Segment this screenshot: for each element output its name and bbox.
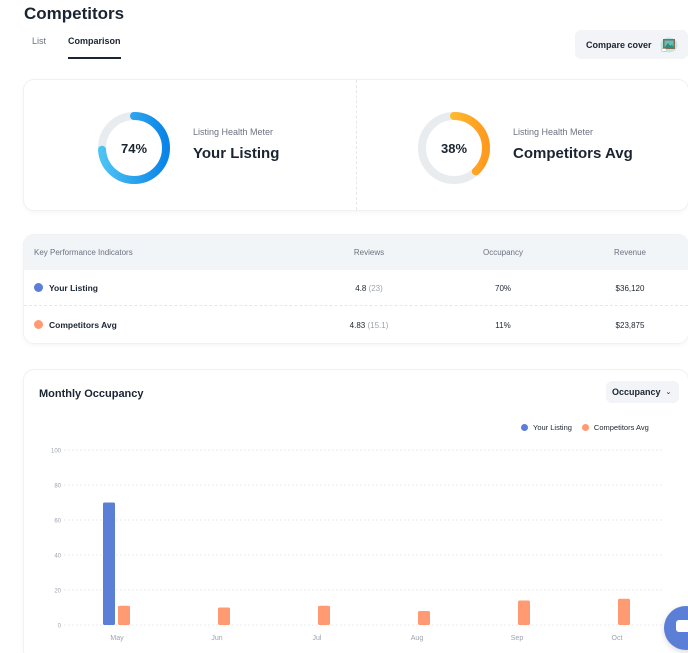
bar-competitors-sep [518, 600, 530, 625]
x-tick-label: Jul [313, 635, 322, 642]
your-listing-caption: Listing Health Meter [193, 127, 274, 137]
review-count: (23) [368, 284, 383, 293]
page-title: Competitors [24, 4, 125, 23]
header-kpi: Key Performance Indicators [34, 248, 133, 257]
picture-frame-icon [660, 36, 678, 53]
row-reviews: 4.8 (23) [355, 284, 383, 293]
view-tabs: List Comparison [32, 36, 121, 59]
y-tick-label: 40 [54, 554, 61, 560]
compare-cover-button[interactable]: Compare cover [575, 30, 688, 59]
kpi-table: Key Performance Indicators Reviews Occup… [24, 235, 688, 343]
compare-cover-label: Compare cover [586, 39, 652, 50]
your-listing-dot [34, 283, 43, 292]
x-tick-label: Jun [211, 635, 222, 642]
health-meter-card: 74% Listing Health Meter Your Listing 38… [24, 80, 688, 210]
table-row: Your Listing 4.8 (23) 70% $36,120 [24, 270, 688, 306]
competitors-name: Competitors Avg [513, 145, 633, 162]
bar-competitors-oct [618, 598, 630, 625]
y-tick-label: 80 [54, 484, 61, 490]
kpi-table-header: Key Performance Indicators Reviews Occup… [24, 235, 688, 270]
competitors-percent: 38% [440, 140, 468, 156]
chat-bubble-icon [676, 620, 688, 632]
review-count: (15.1) [367, 321, 389, 330]
header-occupancy: Occupancy [482, 248, 524, 257]
your-listing-percent: 74% [120, 140, 148, 156]
occupancy-bar-chart: 0 20 40 60 80 100 May Jun Jul Aug Sep Oct [51, 449, 664, 642]
row-occupancy: 70% [494, 284, 512, 293]
competitors-page: Competitors List Comparison Compare cove… [0, 0, 688, 653]
header-revenue: Revenue [613, 248, 647, 257]
meter-divider [356, 80, 357, 210]
competitors-gauge: 38% [416, 110, 492, 186]
y-tick-label: 100 [51, 449, 62, 455]
rating: 4.83 [349, 321, 366, 330]
rating: 4.8 [355, 284, 367, 293]
x-tick-label: Aug [411, 635, 424, 642]
bar-competitors-jun [218, 607, 230, 625]
tab-list[interactable]: List [32, 36, 46, 59]
y-tick-label: 0 [58, 624, 62, 630]
bar-competitors-may [118, 605, 130, 625]
x-tick-label: Sep [511, 635, 524, 642]
competitors-caption: Listing Health Meter [513, 127, 594, 137]
row-revenue: $23,875 [615, 321, 645, 330]
your-listing-name: Your Listing [193, 145, 280, 162]
tab-comparison[interactable]: Comparison [68, 36, 121, 59]
row-name: Competitors Avg [49, 320, 117, 330]
row-revenue: $36,120 [615, 284, 645, 293]
monthly-occupancy-card: Monthly Occupancy Occupancy ⌄ Your Listi… [24, 370, 688, 653]
y-tick-label: 60 [54, 519, 61, 525]
x-tick-label: Oct [612, 635, 623, 642]
your-listing-gauge: 74% [96, 110, 172, 186]
table-row: Competitors Avg 4.83 (15.1) 11% $23,875 [24, 307, 688, 343]
bar-competitors-aug [418, 611, 430, 625]
bar-competitors-jul [318, 605, 330, 625]
x-tick-label: May [110, 635, 124, 642]
header-reviews: Reviews [353, 248, 385, 257]
y-tick-label: 20 [54, 589, 61, 595]
row-name: Your Listing [49, 283, 98, 293]
row-occupancy: 11% [495, 321, 511, 330]
row-reviews: 4.83 (15.1) [350, 321, 389, 330]
bar-your-listing-may [103, 502, 115, 625]
competitors-dot [34, 320, 43, 329]
